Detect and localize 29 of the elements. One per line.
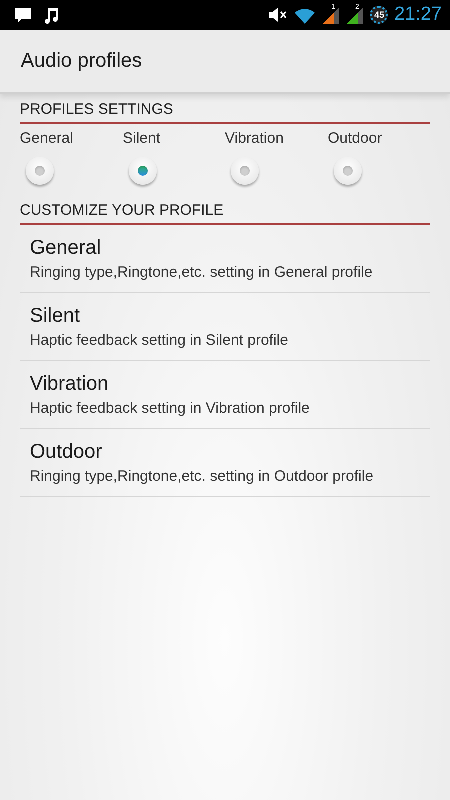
item-title: Silent: [30, 305, 82, 328]
mute-icon: [268, 7, 288, 23]
section-header: CUSTOMIZE YOUR PROFILE: [20, 195, 430, 225]
radio-label: Outdoor: [328, 130, 382, 147]
list-item[interactable]: Vibration Haptic feedback setting in Vibration profile: [20, 361, 430, 429]
section-header: PROFILES SETTINGS: [20, 94, 430, 124]
clock: 21:27: [394, 4, 442, 26]
item-summary: Ringing type,Ringtone,etc. setting in Outdoor profile: [30, 467, 375, 487]
message-icon: [14, 7, 32, 23]
item-summary: Haptic feedback setting in Silent profile: [30, 331, 290, 351]
item-title: Vibration: [30, 373, 110, 396]
radio-button[interactable]: [231, 157, 259, 185]
radio-label: Vibration: [225, 130, 284, 147]
item-summary: Haptic feedback setting in Vibration profile: [30, 399, 311, 419]
item-title: Outdoor: [30, 441, 104, 464]
list-item[interactable]: Silent Haptic feedback setting in Silent profile: [20, 293, 430, 361]
wifi-icon: [294, 6, 316, 24]
music-note-icon: [44, 6, 60, 24]
list-item[interactable]: General Ringing type,Ringtone,etc. setting in General profile: [20, 225, 430, 293]
screen-title: Audio profiles: [21, 50, 142, 72]
radio-button[interactable]: [26, 157, 54, 185]
list-item[interactable]: Outdoor Ringing type,Ringtone,etc. setting in Outdoor profile: [20, 429, 430, 497]
item-summary: Ringing type,Ringtone,etc. setting in General profile: [30, 263, 374, 283]
radio-label: General: [20, 130, 74, 147]
radio-label: Silent: [123, 130, 161, 147]
item-title: General: [30, 237, 102, 260]
radio-button[interactable]: [129, 157, 157, 185]
battery-indicator: 45: [370, 6, 388, 24]
radio-button[interactable]: [334, 157, 362, 185]
